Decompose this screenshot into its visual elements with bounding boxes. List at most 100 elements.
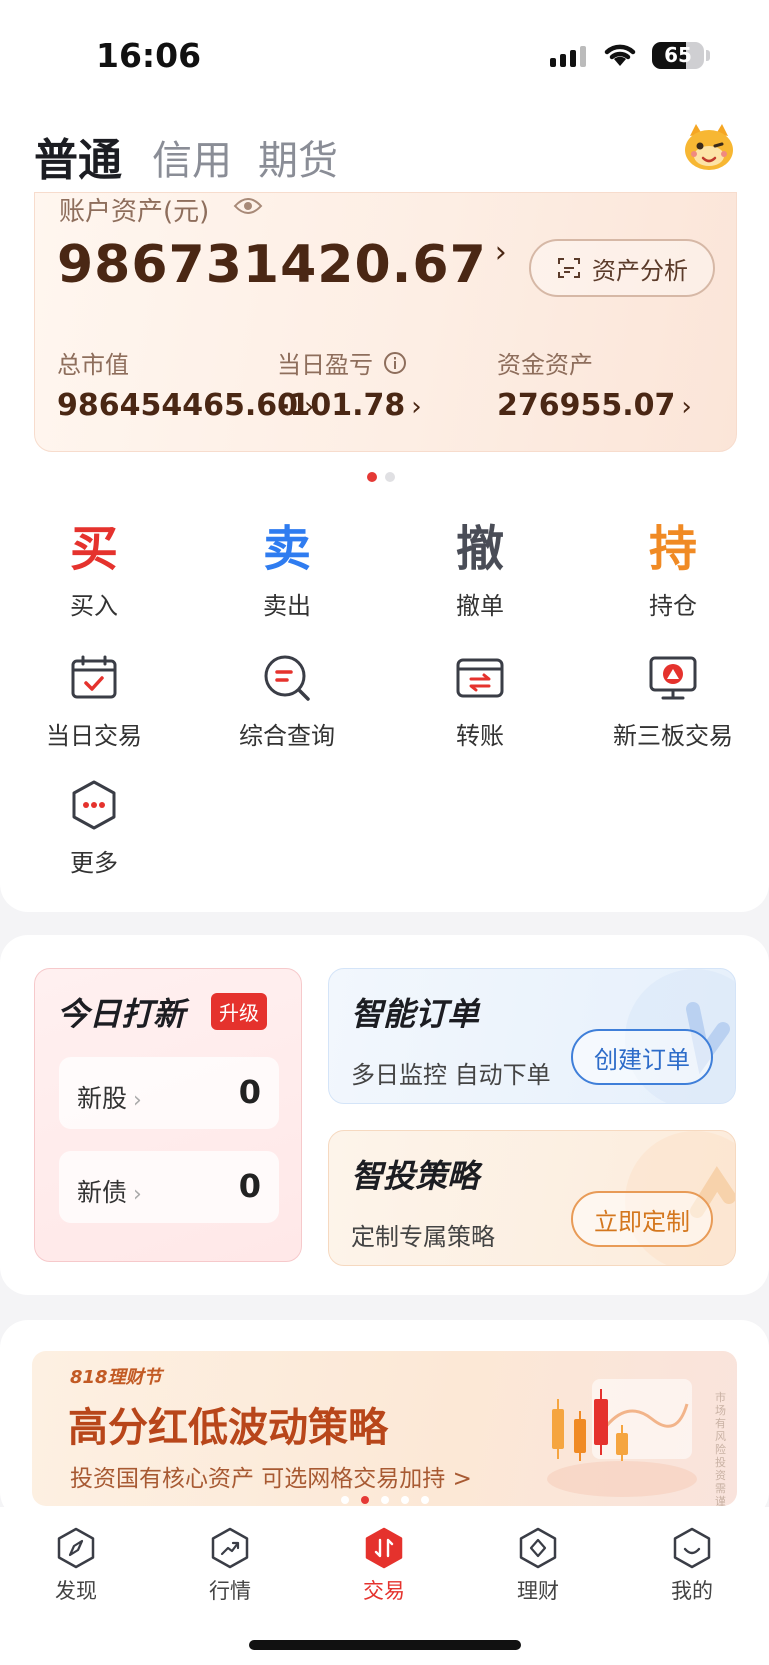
battery-icon: 65 [652,42,704,69]
customize-button[interactable]: 立即定制 [571,1191,713,1247]
strategy-subtitle: 定制专属策略 [351,1223,495,1251]
asset-analysis-label: 资产分析 [592,256,688,285]
sell-label: 卖出 [263,592,311,620]
chevron-right-icon: › [133,1182,142,1207]
positions-action[interactable]: 持 持仓 [593,520,753,621]
analysis-icon [558,258,580,278]
chevron-right-icon: › [681,392,692,422]
calendar-check-icon [71,655,117,699]
eye-icon[interactable] [233,196,263,216]
more-hexagon-icon [72,780,116,830]
buy-action[interactable]: 买 买入 [14,520,174,621]
stat-value: -101.78 [277,388,406,423]
asset-total[interactable]: 986731420.67 › [57,235,508,295]
tab-wealth[interactable]: 理财 [488,1527,588,1605]
asset-card[interactable]: 账户资产(元) 986731420.67 › 资产分析 总市值 986454465… [34,192,737,452]
more-tool[interactable]: 更多 [14,779,174,878]
new-stock-label: 新股 [77,1084,128,1113]
ipo-title: 今日打新 [57,995,186,1033]
buy-char-icon: 买 [69,521,118,577]
banner-dot [421,1496,429,1504]
tab-discover-label: 发现 [55,1579,97,1603]
battery-tip [706,50,710,61]
query-label: 综合查询 [239,722,335,750]
stat-value: 986454465.60 [57,388,299,423]
chevron-right-icon: › [133,1088,142,1113]
status-time: 16:06 [96,36,202,75]
sell-action[interactable]: 卖 卖出 [207,520,367,621]
battery-level: 65 [664,43,692,67]
account-type-header: 普通 信用 期货 [0,110,769,192]
positions-label: 持仓 [649,592,697,620]
sell-char-icon: 卖 [262,521,311,577]
tab-profile-label: 我的 [671,1579,713,1603]
asset-label: 账户资产(元) [59,197,210,227]
upgrade-badge[interactable]: 升级 [211,993,267,1030]
buy-label: 买入 [70,592,118,620]
positions-char-icon: 持 [648,521,697,577]
wifi-icon [604,44,636,66]
new-bond-row[interactable]: 新债 › 0 [59,1151,279,1223]
new-stock-row[interactable]: 新股 › 0 [59,1057,279,1129]
strategy-title: 智投策略 [351,1157,480,1195]
trade-icon [365,1527,403,1569]
new-stock-count: 0 [238,1073,261,1111]
neeq-trade-label: 新三板交易 [613,722,733,750]
tab-trade-label: 交易 [363,1579,405,1603]
smart-order-title: 智能订单 [351,995,480,1033]
monitor-icon [649,656,697,700]
asset-total-value: 986731420.67 [57,235,487,295]
promo-banner[interactable]: 818理财节 高分红低波动策略 投资国有核心资产 可选网格交易加持 > 市场有风… [32,1351,737,1506]
banner-dot [381,1496,389,1504]
tab-discover[interactable]: 发现 [26,1527,126,1605]
page-dot [385,472,395,482]
stat-value: 276955.07 [497,388,676,423]
tab-normal[interactable]: 普通 [34,124,122,188]
daily-trades-label: 当日交易 [46,722,142,750]
tab-trade[interactable]: 交易 [334,1527,434,1605]
banner-dot [361,1496,369,1504]
banner-subtitle: 投资国有核心资产 可选网格交易加持 > [70,1466,472,1492]
banner-page-indicator [341,1496,429,1504]
wealth-icon [519,1527,557,1569]
mascot-icon[interactable] [682,122,736,172]
tab-wealth-label: 理财 [517,1579,559,1603]
candlestick-illustration-icon [547,1379,697,1497]
strategy-card[interactable]: 智投策略 定制专属策略 立即定制 [328,1130,736,1266]
transfer-tool[interactable]: 转账 [400,652,560,751]
daily-trades-tool[interactable]: 当日交易 [14,652,174,751]
tab-market[interactable]: 行情 [180,1527,280,1605]
new-bond-count: 0 [238,1167,261,1205]
cancel-char-icon: 撤 [455,521,504,577]
stat-market-value[interactable]: 总市值 986454465.60 › [57,345,314,423]
tab-credit[interactable]: 信用 [152,128,232,186]
chevron-right-icon: › [411,392,422,422]
stat-label: 总市值 [57,351,129,379]
tab-market-label: 行情 [209,1579,251,1603]
transfer-icon [456,658,504,698]
search-query-icon [264,655,310,701]
cellular-signal-icon [550,46,586,67]
smart-order-subtitle: 多日监控 自动下单 [351,1061,551,1089]
asset-page-indicator [367,472,395,482]
asset-analysis-button[interactable]: 资产分析 [529,239,715,297]
compass-icon [57,1527,95,1569]
home-indicator[interactable] [249,1640,521,1650]
info-icon[interactable] [383,351,407,375]
cancel-order-action[interactable]: 撤 撤单 [400,520,560,621]
banner-dot [401,1496,409,1504]
profile-icon [673,1527,711,1569]
tab-futures[interactable]: 期货 [258,128,338,186]
new-bond-label: 新债 [77,1178,128,1207]
create-order-button[interactable]: 创建订单 [571,1029,713,1085]
smart-order-card[interactable]: 智能订单 多日监控 自动下单 创建订单 [328,968,736,1104]
stat-cash-assets[interactable]: 资金资产 276955.07 › [497,345,692,423]
more-label: 更多 [70,849,118,877]
tab-profile[interactable]: 我的 [642,1527,742,1605]
trend-icon [211,1527,249,1569]
stat-daily-pnl[interactable]: 当日盈亏 -101.78 › [277,345,422,423]
query-tool[interactable]: 综合查询 [207,652,367,751]
ipo-card[interactable]: 今日打新 升级 新股 › 0 新债 › 0 [34,968,302,1262]
neeq-trade-tool[interactable]: 新三板交易 [593,652,753,751]
page-dot [367,472,377,482]
